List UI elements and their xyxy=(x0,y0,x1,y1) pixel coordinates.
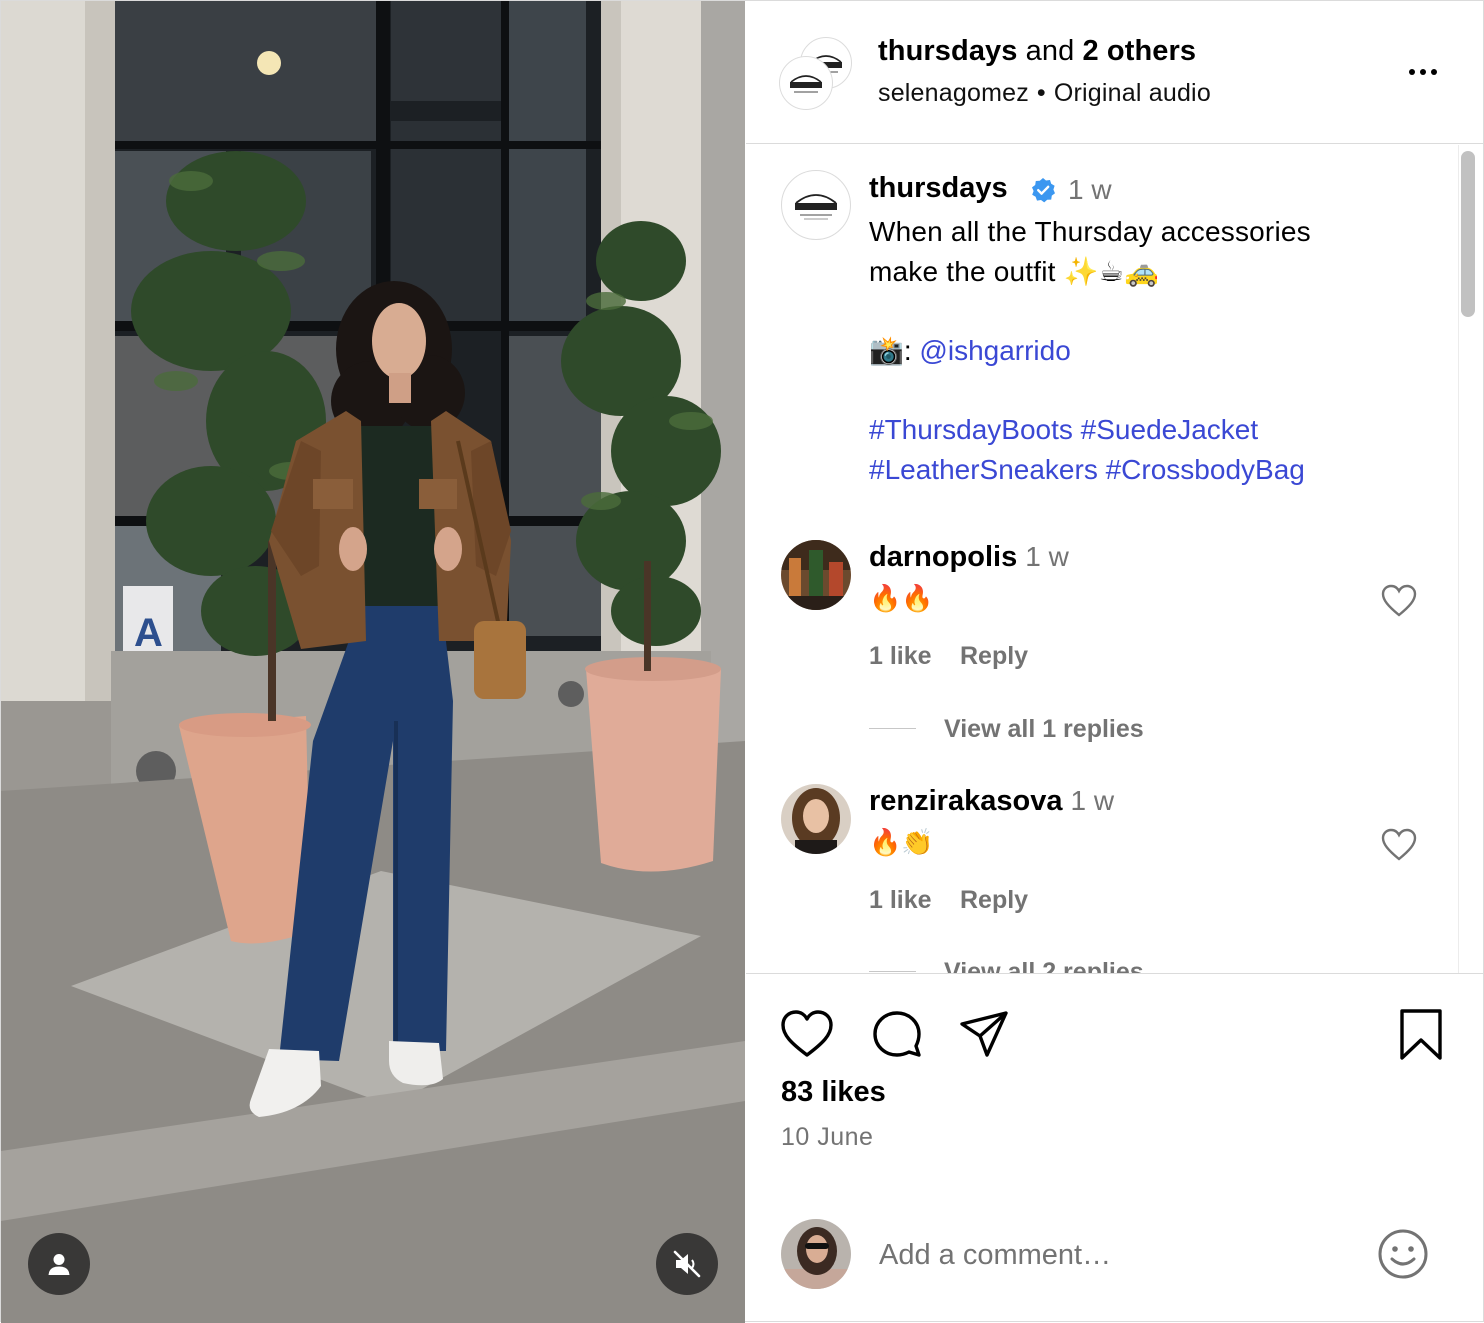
smiley-icon[interactable] xyxy=(1376,1227,1430,1281)
replies-divider xyxy=(869,971,916,972)
heart-icon[interactable] xyxy=(779,1007,835,1063)
heart-icon[interactable] xyxy=(1380,583,1418,619)
tagged-users-button[interactable] xyxy=(28,1233,90,1295)
comment-username[interactable]: renzirakasova xyxy=(869,785,1062,817)
mention-link[interactable]: @ishgarrido xyxy=(919,335,1070,366)
reply-button[interactable]: Reply xyxy=(960,642,1028,671)
svg-text:A: A xyxy=(134,611,163,655)
reply-button[interactable]: Reply xyxy=(960,886,1028,915)
comment-text: 🔥🔥 xyxy=(869,583,934,613)
comment-author[interactable]: renzirakasova 1 w xyxy=(869,785,1114,818)
comment-icon[interactable] xyxy=(869,1007,925,1063)
comment-timestamp[interactable]: 1 w xyxy=(1070,785,1114,816)
credit-prefix: 📸: xyxy=(869,335,920,366)
likes-count[interactable]: 83 likes xyxy=(781,1076,886,1109)
comments-list: thursdays 1 w When all the Thursday acce… xyxy=(746,1,1484,973)
replies-divider xyxy=(869,728,916,729)
bookmark-icon[interactable] xyxy=(1393,1007,1449,1063)
avatar-image xyxy=(781,784,851,854)
paper-plane-icon[interactable] xyxy=(956,1007,1012,1063)
hashtag-link[interactable]: #LeatherSneakers xyxy=(869,454,1098,485)
mute-toggle-button[interactable] xyxy=(656,1233,718,1295)
hashtag-link[interactable]: #ThursdayBoots xyxy=(869,414,1073,445)
heart-icon[interactable] xyxy=(1380,827,1418,863)
comment-input[interactable] xyxy=(879,1231,1349,1279)
avatar-image xyxy=(781,1219,851,1289)
divider xyxy=(746,973,1484,974)
caption-timestamp[interactable]: 1 w xyxy=(1068,174,1112,206)
caption-avatar[interactable] xyxy=(781,170,851,240)
comment-author[interactable]: darnopolis 1 w xyxy=(869,541,1069,574)
avatar-image xyxy=(781,540,851,610)
view-replies-button[interactable]: View all 1 replies xyxy=(944,715,1144,744)
avatar[interactable] xyxy=(781,1219,851,1289)
post-side-panel: thursdays and 2 others selenagomez • Origi… xyxy=(746,1,1484,1323)
hashtag-link[interactable]: #CrossbodyBag xyxy=(1106,454,1305,485)
brand-logo-icon xyxy=(795,194,837,220)
caption-credit: 📸: @ishgarrido xyxy=(869,331,1071,371)
verified-badge-icon xyxy=(1032,178,1055,203)
comment-timestamp[interactable]: 1 w xyxy=(1025,541,1069,572)
comment-likes[interactable]: 1 like xyxy=(869,642,932,671)
view-replies-button[interactable]: View all 2 replies xyxy=(944,958,1144,973)
comment-username[interactable]: darnopolis xyxy=(869,541,1017,573)
caption-username[interactable]: thursdays xyxy=(869,172,1008,205)
speaker-muted-icon xyxy=(673,1250,701,1278)
comment-likes[interactable]: 1 like xyxy=(869,886,932,915)
hashtags-row: #ThursdayBoots #SuedeJacket xyxy=(869,410,1258,450)
post-date[interactable]: 10 June xyxy=(781,1123,873,1152)
post-video[interactable]: A xyxy=(1,1,745,1323)
user-tag-icon xyxy=(48,1254,70,1275)
avatar[interactable] xyxy=(781,540,851,610)
video-frame-image: A xyxy=(1,1,745,1323)
comment-text: 🔥👏 xyxy=(869,827,934,857)
hashtags-row: #LeatherSneakers #CrossbodyBag xyxy=(869,450,1305,490)
instagram-post: A thursdays and 2 others selenagomez • O… xyxy=(0,0,1484,1323)
avatar[interactable] xyxy=(781,784,851,854)
caption-text: When all the Thursday accessories make t… xyxy=(869,216,1311,287)
hashtag-link[interactable]: #SuedeJacket xyxy=(1081,414,1258,445)
